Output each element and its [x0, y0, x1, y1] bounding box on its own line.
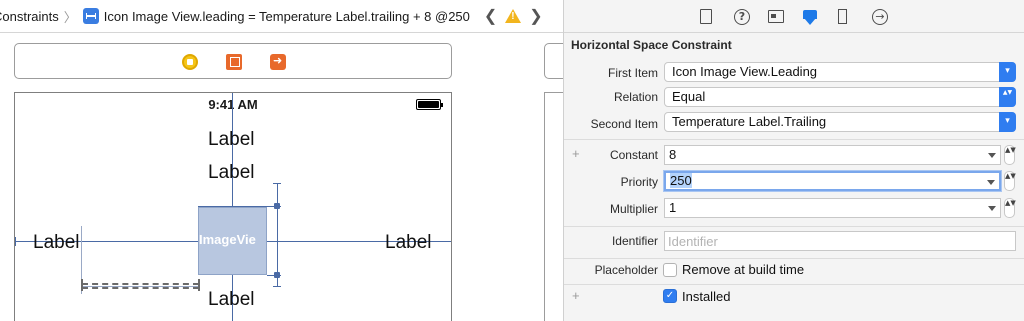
- multiplier-combo[interactable]: 1: [664, 198, 1001, 218]
- storyboard-canvas[interactable]: 9:41 AM Label Label Label Label Label Im…: [0, 34, 563, 321]
- dropdown-caret-icon[interactable]: [987, 180, 995, 185]
- installed-label[interactable]: Installed: [682, 289, 730, 304]
- previous-issue-icon[interactable]: ❮: [484, 6, 497, 26]
- add-installed-variation-plus-icon[interactable]: +: [572, 288, 580, 303]
- dropdown-caret-icon[interactable]: [988, 206, 996, 211]
- top-alignment-guide: [198, 206, 281, 207]
- jump-bar: Constraints 〉 Icon Image View.leading = …: [0, 0, 563, 33]
- file-inspector-icon[interactable]: [700, 9, 712, 24]
- relation-label: Relation: [613, 90, 658, 104]
- battery-icon: [416, 99, 443, 110]
- height-constraint-cap-bottom: [273, 286, 281, 287]
- constant-stepper[interactable]: ▲▼: [1004, 145, 1016, 165]
- attributes-inspector: ? → Horizontal Space Constraint First It…: [563, 0, 1024, 321]
- inspector-tab-bar: ? →: [564, 0, 1024, 33]
- priority-combo[interactable]: 250: [664, 171, 1001, 191]
- label-right[interactable]: Label: [385, 233, 432, 253]
- breadcrumb-current-constraint[interactable]: Icon Image View.leading = Temperature La…: [104, 9, 470, 24]
- identifier-field[interactable]: [664, 231, 1016, 251]
- priority-stepper[interactable]: ▲▼: [1004, 171, 1016, 191]
- view-controller-icon[interactable]: [182, 54, 198, 70]
- popup-updown-icon: ▲▼: [999, 87, 1016, 107]
- remove-at-build-time-label[interactable]: Remove at build time: [682, 262, 804, 277]
- constant-value: 8: [669, 147, 677, 162]
- divider: [564, 139, 1024, 140]
- priority-value: 250: [670, 173, 692, 188]
- status-bar-time: 9:41 AM: [208, 97, 258, 112]
- installed-checkbox[interactable]: ✓: [663, 289, 677, 303]
- relation-popup[interactable]: Equal ▲▼: [664, 87, 1016, 107]
- connections-inspector-icon[interactable]: →: [872, 9, 888, 25]
- first-responder-icon[interactable]: [226, 54, 242, 70]
- placeholder-label: Placeholder: [594, 263, 658, 277]
- exit-icon[interactable]: [270, 54, 286, 70]
- divider: [564, 258, 1024, 259]
- identifier-label: Identifier: [611, 234, 658, 248]
- interface-builder-editor: Constraints 〉 Icon Image View.leading = …: [0, 0, 563, 321]
- popup-chevron-icon: ▾: [999, 62, 1016, 82]
- constraint-end-cap: [198, 279, 200, 291]
- breadcrumb-constraints[interactable]: Constraints: [0, 9, 59, 24]
- selected-horizontal-space-constraint[interactable]: [82, 283, 199, 289]
- first-item-popup[interactable]: Icon Image View.Leading ▾: [664, 62, 1016, 82]
- next-issue-icon[interactable]: ❯: [529, 6, 542, 26]
- multiplier-stepper[interactable]: ▲▼: [1004, 198, 1016, 218]
- relation-value: Equal: [672, 89, 706, 104]
- adjacent-scene-view: [544, 92, 563, 321]
- iphone-scene-view[interactable]: 9:41 AM Label Label Label Label Label Im…: [14, 92, 452, 321]
- warning-icon[interactable]: [505, 9, 522, 23]
- attributes-inspector-icon[interactable]: [802, 9, 818, 25]
- divider: [564, 226, 1024, 227]
- icon-image-view[interactable]: ImageVie: [198, 207, 267, 275]
- temperature-label[interactable]: Label: [33, 233, 80, 253]
- divider: [564, 284, 1024, 285]
- first-item-value: Icon Image View.Leading: [672, 64, 818, 79]
- label-top-2[interactable]: Label: [208, 163, 255, 183]
- constant-label: Constant: [609, 148, 658, 162]
- priority-label: Priority: [620, 175, 658, 189]
- leading-guide-mark: [15, 237, 16, 246]
- multiplier-value: 1: [669, 200, 677, 215]
- label-top-1[interactable]: Label: [208, 130, 255, 150]
- image-view-placeholder-text: ImageVie: [199, 232, 256, 247]
- dropdown-caret-icon[interactable]: [988, 153, 996, 158]
- help-icon[interactable]: ?: [734, 9, 750, 25]
- breadcrumb-chevron-icon: 〉: [63, 9, 77, 25]
- resize-handle[interactable]: [274, 272, 280, 278]
- scene-dock: [14, 43, 452, 79]
- resize-handle[interactable]: [274, 203, 280, 209]
- constraint-icon: [82, 8, 99, 24]
- identifier-input[interactable]: [668, 232, 1015, 250]
- adjacent-scene-dock: [544, 43, 563, 79]
- identity-inspector-icon[interactable]: [768, 10, 784, 23]
- section-title: Horizontal Space Constraint: [571, 38, 732, 52]
- second-item-value: Temperature Label.Trailing: [672, 114, 827, 129]
- first-item-label: First Item: [608, 66, 658, 80]
- label-bottom[interactable]: Label: [208, 290, 255, 310]
- constraint-end-cap: [81, 279, 83, 291]
- multiplier-label: Multiplier: [609, 202, 658, 216]
- height-constraint-cap-top: [273, 183, 281, 184]
- constant-combo[interactable]: 8: [664, 145, 1001, 165]
- popup-chevron-icon: ▾: [999, 112, 1016, 132]
- size-inspector-icon[interactable]: [838, 9, 847, 24]
- remove-at-build-time-checkbox[interactable]: [663, 263, 677, 277]
- second-item-label: Second Item: [590, 117, 658, 131]
- second-item-popup[interactable]: Temperature Label.Trailing ▾: [664, 112, 1016, 132]
